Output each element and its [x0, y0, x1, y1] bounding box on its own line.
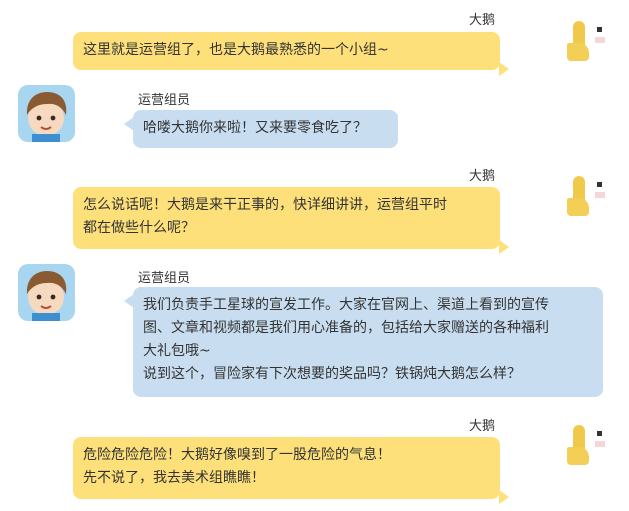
goose-avatar-icon [567, 21, 607, 63]
message-text: 都在做些什么呢？ [83, 220, 195, 236]
sender-name: 大鹅 [469, 419, 496, 434]
sender-name: 运营组员 [138, 93, 191, 108]
chat-bubble: 怎么说话呢！大鹅是来干正事的，快详细讲讲，运营组平时 都在做些什么呢？ [73, 187, 509, 254]
message-text: 先不说了，我去美术组瞧瞧！ [83, 470, 265, 486]
chat-bubble: 我们负责手工星球的宣发工作。大家在官网上、渠道上看到的宣传 图、文章和视频都是我… [124, 287, 603, 397]
chat-bubble: 危险危险危险！大鹅好像嗅到了一股危险的气息！ 先不说了，我去美术组瞧瞧！ [73, 437, 509, 504]
sender-name: 大鹅 [469, 13, 496, 28]
staff-avatar-icon [18, 85, 75, 142]
staff-avatar-icon [18, 264, 75, 321]
message-text: 怎么说话呢！大鹅是来干正事的，快详细讲讲，运营组平时 [83, 197, 447, 213]
chat-bubble: 哈喽大鹅你来啦！又来要零食吃了？ [124, 110, 398, 148]
sender-name: 运营组员 [138, 271, 191, 286]
message-text: 说到这个，冒险家有下次想要的奖品吗？铁锅炖大鹅怎么样？ [143, 366, 521, 382]
message-text: 哈喽大鹅你来啦！又来要零食吃了？ [143, 120, 367, 136]
sender-name: 大鹅 [469, 169, 496, 184]
chat-bubble: 这里就是运营组了，也是大鹅最熟悉的一个小组~ [73, 32, 509, 76]
message-text: 图、文章和视频都是我们用心准备的，包括给大家赠送的各种福利 [143, 320, 549, 336]
message-text: 危险危险危险！大鹅好像嗅到了一股危险的气息！ [83, 447, 391, 463]
goose-avatar-icon [567, 176, 607, 218]
message-text: 大礼包哦~ [143, 343, 211, 359]
goose-avatar-icon [567, 425, 607, 467]
message-text: 这里就是运营组了，也是大鹅最熟悉的一个小组~ [83, 42, 389, 58]
message-text: 我们负责手工星球的宣发工作。大家在官网上、渠道上看到的宣传 [143, 297, 549, 313]
